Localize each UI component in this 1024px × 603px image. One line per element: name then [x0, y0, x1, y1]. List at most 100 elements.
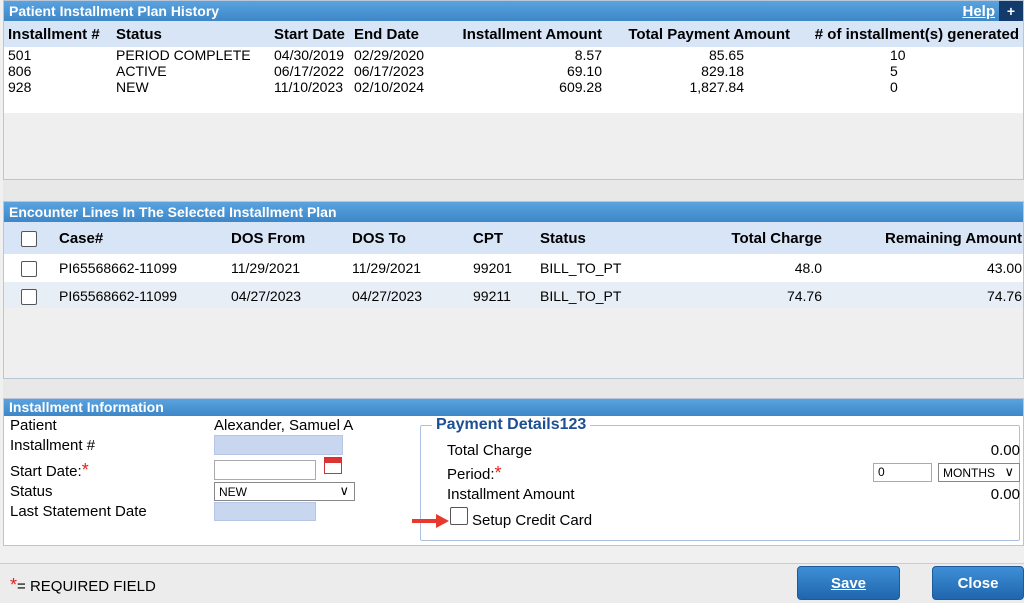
encounter-table: Case# DOS From DOS To CPT Status Total C… — [4, 222, 1023, 310]
last-statement-field[interactable] — [214, 502, 316, 521]
row-checkbox[interactable] — [21, 288, 37, 305]
cell-num-generated: 0 — [890, 79, 898, 95]
cell-remaining-amount: 43.00 — [986, 260, 1022, 276]
col-remaining-amount: Remaining Amount — [823, 222, 1023, 254]
installment-amount-label: Installment Amount — [447, 486, 575, 503]
col-total-payment: Total Payment Amount — [606, 21, 794, 47]
setup-credit-card-checkbox[interactable] — [450, 507, 468, 525]
cell-dos-to: 04/27/2023 — [342, 282, 463, 310]
installment-num-field[interactable] — [214, 435, 343, 455]
divider — [3, 379, 1024, 398]
period-unit-value: MONTHS — [943, 466, 995, 480]
cell-total-payment: 829.18 — [701, 63, 744, 79]
required-legend: *= REQUIRED FIELD — [10, 575, 156, 596]
col-dos-from: DOS From — [230, 222, 342, 254]
select-all-checkbox[interactable] — [21, 230, 37, 247]
cell-cpt: 99201 — [473, 260, 512, 276]
required-star: * — [10, 575, 18, 595]
arrow-head — [436, 514, 449, 528]
cell-total-payment: 1,827.84 — [689, 79, 745, 95]
cell-status: ACTIVE — [116, 63, 167, 79]
cell-installment-num: 501 — [8, 47, 32, 63]
total-charge-label: Total Charge — [447, 442, 533, 459]
save-button-label: Save — [830, 575, 867, 592]
history-table: Installment # Status Start Date End Date… — [4, 21, 1023, 95]
row-checkbox[interactable] — [21, 260, 37, 277]
col-status: Status — [534, 222, 681, 254]
status-select[interactable]: NEW ∨ — [214, 482, 355, 501]
col-case: Case# — [54, 222, 230, 254]
period-unit-select[interactable]: MONTHS ∨ — [938, 463, 1020, 482]
cell-status: PERIOD COMPLETE — [116, 47, 251, 63]
cell-status: BILL_TO_PT — [540, 260, 622, 276]
cell-dos-from: 04/27/2023 — [230, 282, 342, 310]
encounter-empty-area — [4, 308, 1023, 378]
cell-start-date: 06/17/2022 — [274, 63, 345, 79]
patient-label: Patient — [10, 417, 57, 434]
installment-num-label: Installment # — [10, 437, 96, 454]
required-star: * — [81, 460, 89, 480]
cell-num-generated: 10 — [890, 47, 906, 63]
cell-start-date: 11/10/2023 — [274, 79, 344, 95]
col-dos-to: DOS To — [342, 222, 463, 254]
history-row[interactable]: 928 NEW 11/10/2023 02/10/2024 609.28 1,8… — [4, 79, 1023, 95]
status-select-value: NEW — [219, 485, 247, 499]
cell-dos-from: 11/29/2021 — [231, 260, 301, 276]
period-input[interactable]: 0 — [873, 463, 932, 482]
period-label-text: Period: — [447, 466, 495, 483]
payment-details-legend: Payment Details123 — [432, 416, 591, 434]
save-button[interactable]: Save — [797, 566, 900, 600]
cell-installment-num: 928 — [8, 79, 32, 95]
cell-remaining-amount: 74.76 — [823, 282, 1023, 310]
calendar-icon-header — [325, 458, 341, 463]
close-button[interactable]: Close — [932, 566, 1024, 600]
status-label: Status — [10, 483, 53, 500]
cell-installment-num: 806 — [8, 63, 32, 79]
info-title: Installment Information — [9, 399, 164, 415]
cell-num-generated: 5 — [890, 63, 898, 79]
col-installment-amount: Installment Amount — [448, 21, 606, 47]
chevron-down-icon: ∨ — [339, 483, 349, 498]
expand-plus-icon[interactable]: + — [999, 1, 1023, 21]
total-charge-value: 0.00 — [990, 442, 1020, 459]
select-all-cell — [4, 222, 54, 254]
encounter-lines-panel: Encounter Lines In The Selected Installm… — [3, 201, 1024, 379]
start-date-label: Start Date:* — [10, 460, 89, 481]
history-panel-title: Patient Installment Plan History Help + — [4, 1, 1023, 21]
chevron-down-icon: ∨ — [1004, 464, 1014, 479]
encounter-row[interactable]: PI65568662-11099 04/27/2023 04/27/2023 9… — [4, 282, 1023, 310]
installment-amount-value: 0.00 — [990, 486, 1020, 503]
col-end-date: End Date — [350, 21, 448, 47]
cell-installment-amount: 8.57 — [574, 47, 602, 63]
close-button-label: Close — [957, 575, 999, 592]
start-date-input[interactable] — [214, 460, 316, 480]
help-link[interactable]: Help — [962, 2, 995, 22]
history-empty-area — [4, 113, 1023, 179]
history-header-row: Installment # Status Start Date End Date… — [4, 21, 1023, 47]
info-panel-title: Installment Information — [4, 399, 1023, 416]
col-total-charge: Total Charge — [681, 222, 823, 254]
required-legend-text: = REQUIRED FIELD — [17, 578, 156, 595]
history-row[interactable]: 501 PERIOD COMPLETE 04/30/2019 02/29/202… — [4, 47, 1023, 63]
cell-total-charge: 48.0 — [794, 260, 822, 276]
calendar-icon[interactable] — [324, 457, 342, 474]
start-date-label-text: Start Date: — [10, 463, 82, 480]
divider — [3, 180, 1024, 201]
setup-credit-card-label[interactable]: Setup Credit Card — [472, 512, 592, 529]
cell-status: NEW — [116, 79, 149, 95]
arrow-right-icon — [412, 514, 449, 528]
cell-case: PI65568662-11099 — [54, 282, 230, 310]
encounter-row[interactable]: PI65568662-11099 11/29/2021 11/29/2021 9… — [4, 254, 1023, 282]
cell-start-date: 04/30/2019 — [274, 47, 345, 63]
period-label: Period:* — [447, 463, 502, 484]
cell-total-payment: 85.65 — [708, 47, 744, 63]
history-row[interactable]: 806 ACTIVE 06/17/2022 06/17/2023 69.10 8… — [4, 63, 1023, 79]
last-statement-label: Last Statement Date — [10, 503, 147, 520]
col-num-generated: # of installment(s) generated — [794, 21, 1023, 47]
col-installment-num: Installment # — [4, 21, 112, 47]
installment-history-panel: Patient Installment Plan History Help + … — [3, 0, 1024, 180]
col-start-date: Start Date — [270, 21, 350, 47]
encounter-title: Encounter Lines In The Selected Installm… — [9, 204, 337, 220]
cell-end-date: 02/29/2020 — [354, 47, 425, 63]
cell-end-date: 02/10/2024 — [354, 79, 425, 95]
